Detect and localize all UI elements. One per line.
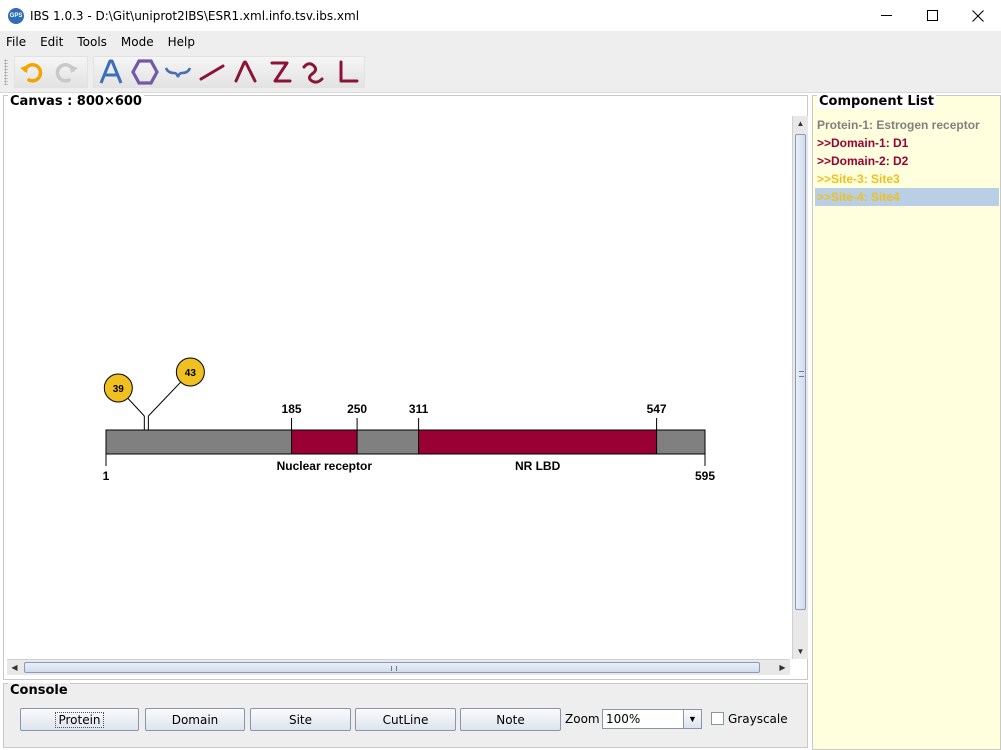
menu-bar: File Edit Tools Mode Help (0, 31, 1001, 53)
brace-tool-icon (165, 67, 192, 78)
minimize-icon (880, 15, 892, 16)
maximize-button[interactable] (909, 0, 955, 31)
vertical-scroll-thumb[interactable] (795, 134, 806, 610)
scroll-up-arrow-icon[interactable]: ▲ (793, 116, 808, 131)
chevron-down-icon[interactable]: ▼ (683, 710, 701, 728)
scroll-right-arrow-icon[interactable]: ▶ (775, 660, 790, 675)
canvas-title: Canvas : 800×600 (8, 94, 144, 109)
curve-tool-button[interactable] (297, 57, 331, 87)
line-tool-icon (199, 64, 225, 81)
undo-button[interactable] (15, 57, 49, 87)
protein-canvas[interactable]: 1 595 185 250 Nuclear receptor 311 547 NR LBD 39… (4, 114, 789, 659)
vertical-scrollbar[interactable]: ▲ ▼ (792, 116, 808, 659)
site-3-label: 39 (113, 384, 125, 395)
curve-tool-icon (302, 62, 324, 84)
horizontal-scroll-thumb[interactable] (24, 662, 760, 673)
toolbar-grip[interactable] (4, 59, 8, 85)
scroll-grip-icon (799, 371, 804, 377)
line-tool-button[interactable] (195, 57, 229, 87)
menu-mode[interactable]: Mode (114, 35, 161, 49)
note-button[interactable]: Note (460, 708, 561, 731)
hexagon-tool-button[interactable] (128, 57, 162, 87)
maximize-icon (926, 10, 938, 21)
domain-2-end-label: 547 (647, 402, 667, 416)
console-panel: Console Protein Domain Site CutLine Note… (3, 683, 808, 748)
toolbar (0, 53, 1001, 93)
site-button[interactable]: Site (250, 708, 351, 731)
domain-1-end-label: 250 (347, 402, 367, 416)
close-button[interactable] (955, 0, 1001, 31)
console-title: Console (8, 683, 70, 698)
domain-1-start-label: 185 (282, 402, 302, 416)
domain-2-bar (418, 429, 658, 455)
text-tool-button[interactable] (94, 57, 128, 87)
protein-button-label: Protein (55, 711, 104, 728)
menu-help[interactable]: Help (161, 35, 202, 49)
zoom-label: Zoom (565, 712, 600, 726)
z-shape-tool-icon (270, 61, 292, 83)
domain-2-name-label: NR LBD (515, 459, 561, 473)
component-item-protein[interactable]: Protein-1: Estrogen receptor (815, 116, 999, 134)
domain-2-start-label: 311 (409, 402, 429, 416)
site-4-label: 43 (185, 368, 197, 379)
title-bar: GPS IBS 1.0.3 - D:\Git\uniprot2IBS\ESR1.… (0, 0, 1001, 31)
scroll-grip-icon (391, 666, 397, 671)
component-item-site-4[interactable]: >>Site-4: Site4 (815, 188, 999, 206)
component-item-site-3[interactable]: >>Site-3: Site3 (815, 170, 999, 188)
domain-button[interactable]: Domain (145, 708, 245, 731)
menu-edit[interactable]: Edit (33, 35, 70, 49)
close-icon (972, 9, 984, 22)
window-controls (863, 0, 1001, 31)
redo-icon (55, 63, 78, 83)
cutline-button-label: CutLine (382, 712, 429, 727)
undo-icon (20, 63, 43, 83)
minimize-button[interactable] (863, 0, 909, 31)
cutline-button[interactable]: CutLine (355, 708, 456, 731)
site-button-label: Site (288, 712, 313, 727)
component-item-domain-1[interactable]: >>Domain-1: D1 (815, 134, 999, 152)
text-tool-icon (99, 59, 123, 84)
l-shape-tool-icon (339, 60, 359, 83)
redo-button[interactable] (49, 57, 83, 87)
domain-1-name-label: Nuclear receptor (277, 459, 373, 473)
scroll-down-arrow-icon[interactable]: ▼ (793, 644, 808, 659)
domain-1-bar (291, 429, 358, 455)
component-item-domain-2[interactable]: >>Domain-2: D2 (815, 152, 999, 170)
component-list-title: Component List (817, 94, 937, 109)
scroll-left-arrow-icon[interactable]: ◀ (7, 660, 22, 675)
component-list-panel: Component List Protein-1: Estrogen recep… (812, 94, 1001, 750)
grayscale-label: Grayscale (728, 712, 788, 726)
note-button-label: Note (496, 712, 525, 727)
l-shape-tool-button[interactable] (330, 57, 364, 87)
peak-tool-button[interactable] (229, 57, 263, 87)
protein-end-label: 595 (695, 469, 715, 483)
app-icon: GPS (8, 7, 24, 24)
horizontal-scrollbar[interactable]: ◀ ▶ (7, 659, 790, 675)
canvas-panel: Canvas : 800×600 1 595 185 250 Nuclear recep… (3, 94, 808, 680)
peak-tool-icon (234, 60, 257, 83)
window-title: IBS 1.0.3 - D:\Git\uniprot2IBS\ESR1.xml.… (30, 8, 360, 23)
draw-tool-group (93, 56, 365, 88)
domain-button-label: Domain (171, 712, 219, 727)
z-shape-tool-button[interactable] (263, 57, 297, 87)
zoom-value: 100% (606, 712, 641, 726)
protein-start-label: 1 (103, 469, 110, 483)
protein-button[interactable]: Protein (20, 708, 139, 731)
component-list: Protein-1: Estrogen receptor >>Domain-1:… (815, 116, 999, 206)
menu-file[interactable]: File (0, 35, 33, 49)
history-tool-group (14, 56, 88, 88)
menu-tools[interactable]: Tools (70, 35, 114, 49)
hexagon-tool-icon (130, 59, 159, 85)
zoom-select[interactable]: 100% ▼ (602, 709, 702, 729)
brace-tool-button[interactable] (162, 57, 196, 87)
grayscale-checkbox[interactable] (711, 712, 724, 725)
